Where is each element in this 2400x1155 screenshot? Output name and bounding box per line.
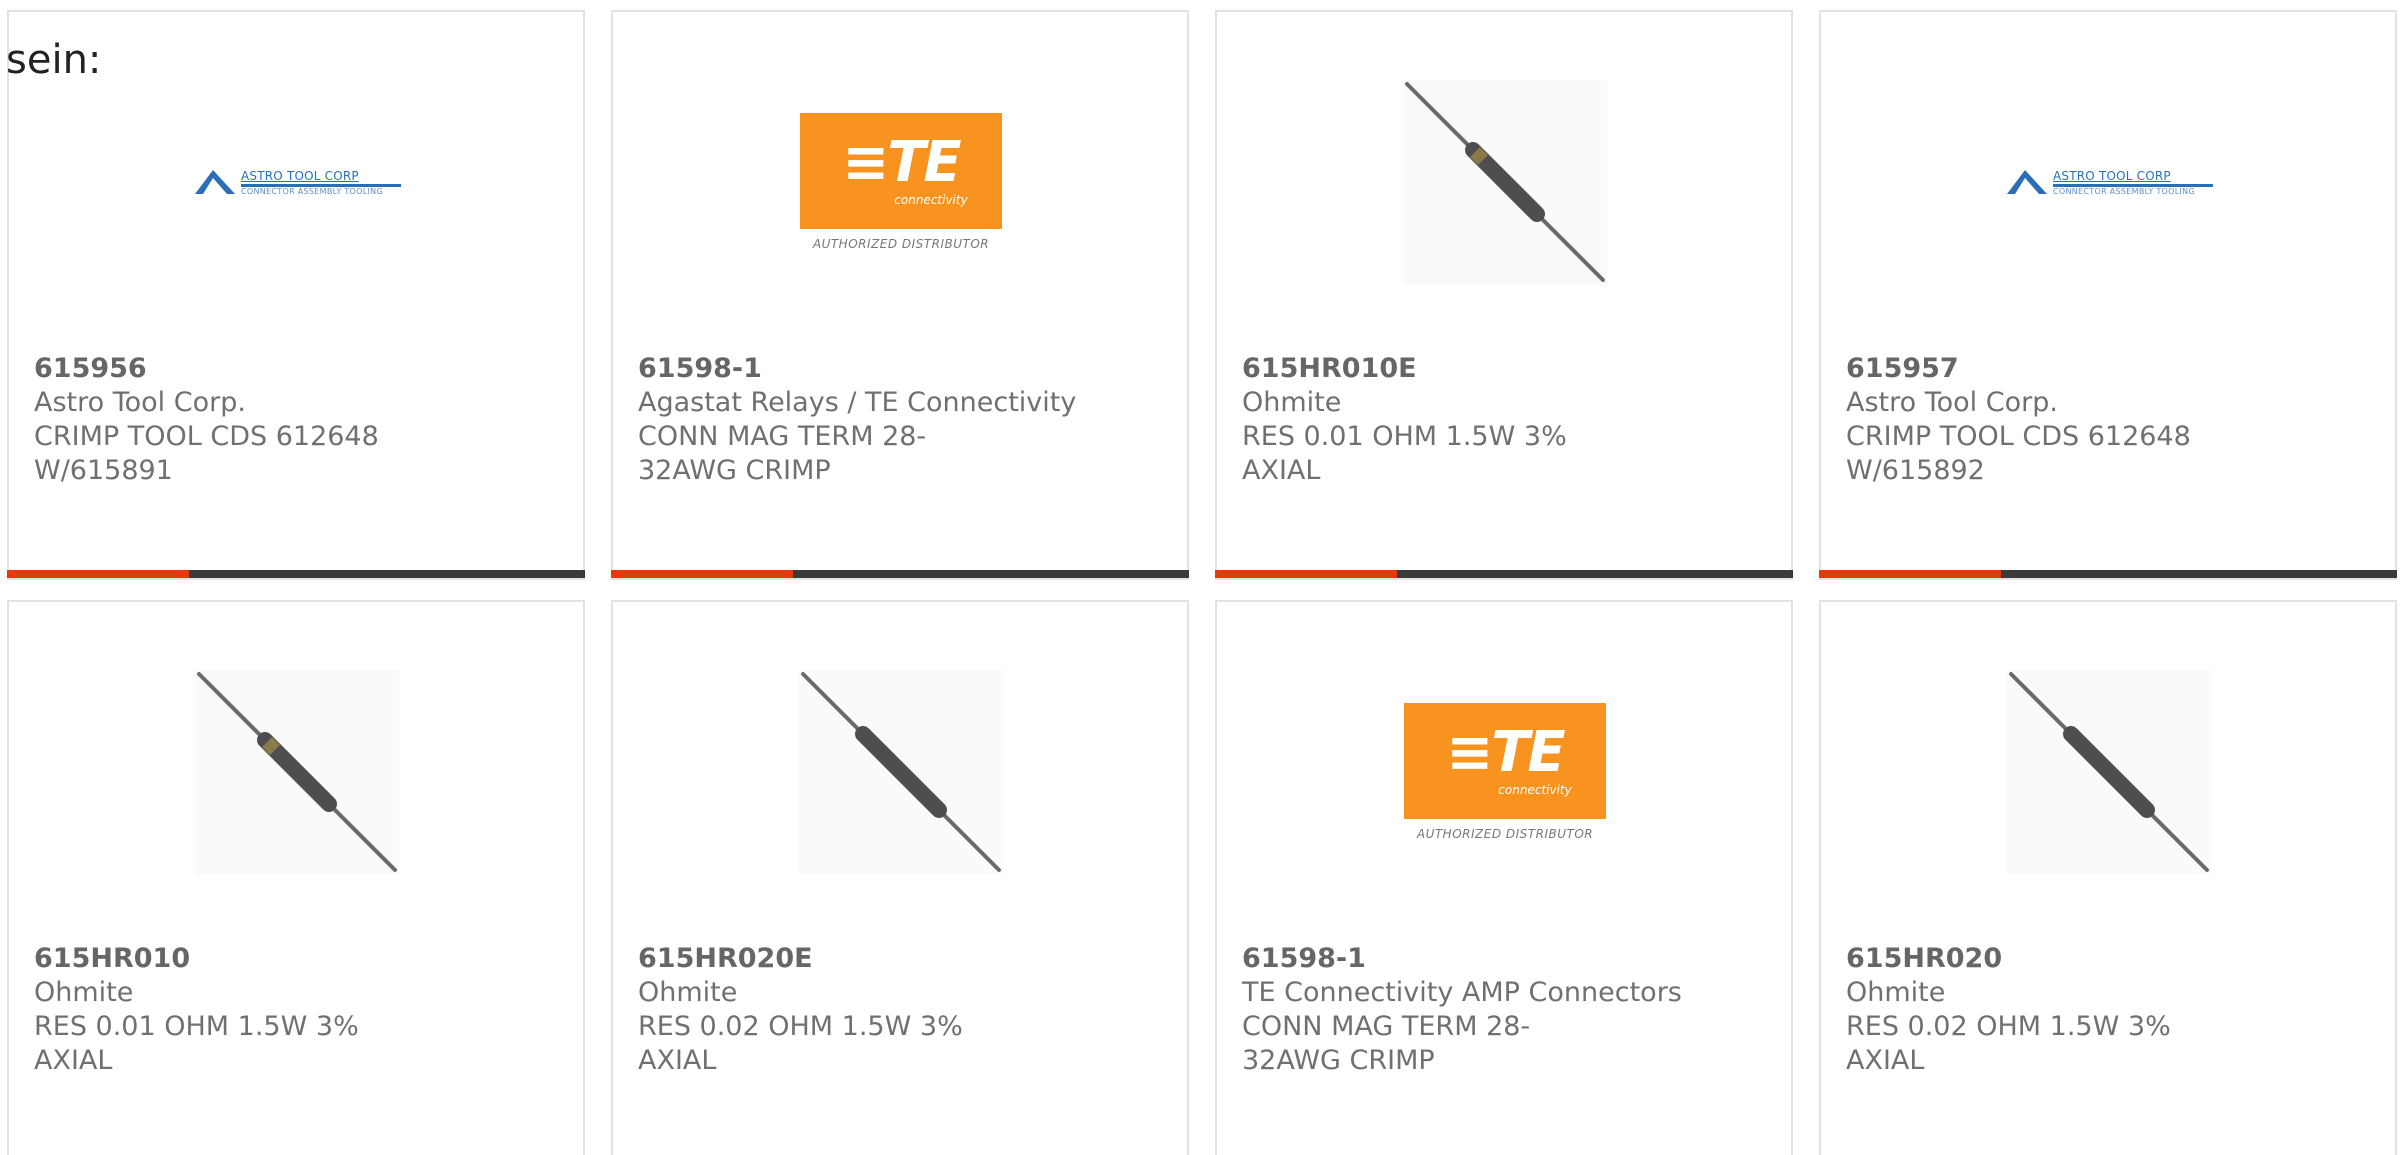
- te-logo-sub: connectivity: [1498, 783, 1572, 797]
- manufacturer: Ohmite: [1846, 977, 1946, 1008]
- product-card[interactable]: ASTRO TOOL CORP CONNECTOR ASSEMBLY TOOLI…: [1819, 10, 2397, 580]
- description: CRIMP TOOL CDS 612648 W/615891: [34, 421, 379, 486]
- part-number[interactable]: 615956: [34, 352, 563, 386]
- product-image: ≡TE connectivity AUTHORIZED DISTRIBUTOR: [1403, 670, 1607, 874]
- te-connectivity-logo: ≡TE connectivity AUTHORIZED DISTRIBUTOR: [1404, 703, 1606, 841]
- product-info: 615HR010E Ohmite RES 0.01 OHM 1.5W 3% AX…: [1242, 352, 1771, 488]
- te-authorized-text: AUTHORIZED DISTRIBUTOR: [812, 237, 990, 251]
- astro-logo-name: ASTRO TOOL CORP: [2053, 168, 2171, 183]
- description: CONN MAG TERM 28-32AWG CRIMP: [1242, 1011, 1531, 1076]
- card-bottom-bar: [1215, 570, 1793, 578]
- part-number[interactable]: 61598-1: [1242, 942, 1771, 976]
- product-info: 615HR010 Ohmite RES 0.01 OHM 1.5W 3% AXI…: [34, 942, 563, 1078]
- card-accent-bar: [7, 570, 189, 578]
- product-card[interactable]: 615HR020E Ohmite RES 0.02 OHM 1.5W 3% AX…: [611, 600, 1189, 1155]
- te-logo-mark: ≡TE: [1446, 720, 1565, 785]
- product-grid-page: sein: ASTRO TOOL CORP CONNECTOR ASSEMBLY…: [0, 0, 2400, 1155]
- astro-logo-tagline: CONNECTOR ASSEMBLY TOOLING: [241, 186, 383, 196]
- manufacturer: Astro Tool Corp.: [34, 387, 246, 418]
- axial-resistor-icon: [1403, 80, 1607, 284]
- axial-resistor-icon: [799, 670, 1003, 874]
- te-logo-box: ≡TE connectivity: [800, 113, 1002, 229]
- astro-triangle-icon: [195, 170, 235, 194]
- astro-tool-logo: ASTRO TOOL CORP CONNECTOR ASSEMBLY TOOLI…: [2005, 168, 2213, 196]
- te-connectivity-logo: ≡TE connectivity AUTHORIZED DISTRIBUTOR: [800, 113, 1002, 251]
- product-image: [799, 670, 1003, 874]
- description: RES 0.01 OHM 1.5W 3% AXIAL: [34, 1011, 359, 1076]
- part-number[interactable]: 615HR020E: [638, 942, 1167, 976]
- product-image: ≡TE connectivity AUTHORIZED DISTRIBUTOR: [799, 80, 1003, 284]
- description: CONN MAG TERM 28-32AWG CRIMP: [638, 421, 927, 486]
- product-image: [195, 670, 399, 874]
- manufacturer: Ohmite: [1242, 387, 1342, 418]
- product-card[interactable]: ≡TE connectivity AUTHORIZED DISTRIBUTOR …: [611, 10, 1189, 580]
- product-card[interactable]: 615HR010 Ohmite RES 0.01 OHM 1.5W 3% AXI…: [7, 600, 585, 1155]
- description: RES 0.02 OHM 1.5W 3% AXIAL: [638, 1011, 963, 1076]
- astro-triangle-icon: [2007, 170, 2047, 194]
- product-image: [1403, 80, 1607, 284]
- product-card[interactable]: 615HR010E Ohmite RES 0.01 OHM 1.5W 3% AX…: [1215, 10, 1793, 580]
- te-authorized-text: AUTHORIZED DISTRIBUTOR: [1416, 827, 1594, 841]
- part-number[interactable]: 615HR010E: [1242, 352, 1771, 386]
- product-info: 61598-1 TE Connectivity AMP Connectors C…: [1242, 942, 1771, 1078]
- description: RES 0.02 OHM 1.5W 3% AXIAL: [1846, 1011, 2171, 1076]
- product-info: 615HR020E Ohmite RES 0.02 OHM 1.5W 3% AX…: [638, 942, 1167, 1078]
- manufacturer: Agastat Relays / TE Connectivity: [638, 387, 1077, 418]
- card-accent-bar: [1819, 570, 2001, 578]
- part-number[interactable]: 615957: [1846, 352, 2375, 386]
- astro-logo-tagline: CONNECTOR ASSEMBLY TOOLING: [2053, 186, 2195, 196]
- product-image: [2007, 670, 2211, 874]
- card-accent-bar: [1215, 570, 1397, 578]
- astro-logo-name: ASTRO TOOL CORP: [241, 168, 359, 183]
- product-card[interactable]: ASTRO TOOL CORP CONNECTOR ASSEMBLY TOOLI…: [7, 10, 585, 580]
- product-card[interactable]: ≡TE connectivity AUTHORIZED DISTRIBUTOR …: [1215, 600, 1793, 1155]
- astro-tool-logo: ASTRO TOOL CORP CONNECTOR ASSEMBLY TOOLI…: [193, 168, 401, 196]
- manufacturer: Ohmite: [34, 977, 134, 1008]
- manufacturer: TE Connectivity AMP Connectors: [1242, 977, 1682, 1008]
- part-number[interactable]: 61598-1: [638, 352, 1167, 386]
- card-accent-bar: [611, 570, 793, 578]
- te-logo-box: ≡TE connectivity: [1404, 703, 1606, 819]
- manufacturer: Ohmite: [638, 977, 738, 1008]
- product-image: ASTRO TOOL CORP CONNECTOR ASSEMBLY TOOLI…: [2005, 80, 2213, 284]
- description: CRIMP TOOL CDS 612648 W/615892: [1846, 421, 2191, 486]
- description: RES 0.01 OHM 1.5W 3% AXIAL: [1242, 421, 1567, 486]
- card-bottom-bar: [611, 570, 1189, 578]
- part-number[interactable]: 615HR010: [34, 942, 563, 976]
- part-number[interactable]: 615HR020: [1846, 942, 2375, 976]
- axial-resistor-icon: [195, 670, 399, 874]
- product-info: 61598-1 Agastat Relays / TE Connectivity…: [638, 352, 1167, 488]
- product-info: 615HR020 Ohmite RES 0.02 OHM 1.5W 3% AXI…: [1846, 942, 2375, 1078]
- axial-resistor-icon: [2007, 670, 2211, 874]
- intro-text: sein:: [6, 37, 102, 83]
- manufacturer: Astro Tool Corp.: [1846, 387, 2058, 418]
- product-info: 615956 Astro Tool Corp. CRIMP TOOL CDS 6…: [34, 352, 563, 488]
- te-logo-mark: ≡TE: [842, 130, 961, 195]
- te-logo-sub: connectivity: [894, 193, 968, 207]
- card-bottom-bar: [1819, 570, 2397, 578]
- product-card[interactable]: 615HR020 Ohmite RES 0.02 OHM 1.5W 3% AXI…: [1819, 600, 2397, 1155]
- card-bottom-bar: [7, 570, 585, 578]
- product-info: 615957 Astro Tool Corp. CRIMP TOOL CDS 6…: [1846, 352, 2375, 488]
- product-image: ASTRO TOOL CORP CONNECTOR ASSEMBLY TOOLI…: [193, 80, 401, 284]
